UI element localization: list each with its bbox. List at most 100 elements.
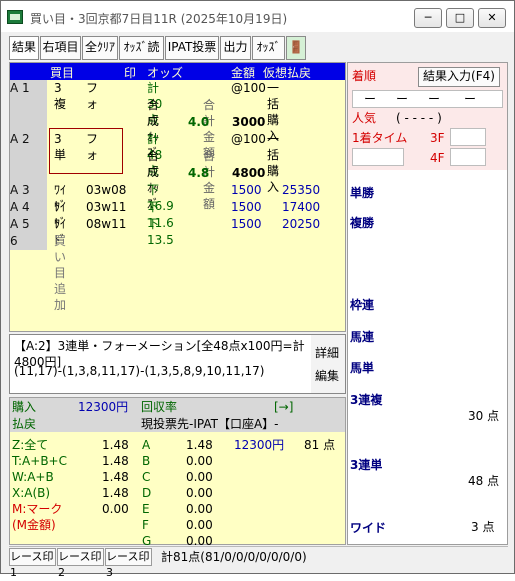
- time-input[interactable]: [352, 148, 404, 166]
- bet-table: 買目 印 オッズ 金額 仮想払戻 A 1 3複 フォ 計 30点 @100 一括…: [9, 62, 346, 332]
- trio-count: 30 点: [468, 409, 500, 423]
- z-label: Z:全て: [12, 438, 49, 452]
- row-label-a4[interactable]: A 4: [10, 199, 47, 216]
- header-mark: 印: [124, 66, 137, 80]
- bet-unit-4: 1500: [231, 200, 262, 214]
- bet-unit-1: @100: [231, 81, 266, 95]
- four-f-input[interactable]: [450, 148, 486, 166]
- row-label-a1b: [10, 97, 47, 114]
- result-panel: 着順 結果入力(F4) ー ー ー ー 人気 ( - - - - ) 1着タイム…: [347, 62, 508, 545]
- betting-window: 買い目・3回京都7日目11R (2025年10月19日) ─ □ ✕ 結果 右項…: [0, 0, 515, 579]
- refund-label: 払戻: [12, 417, 37, 431]
- f-value: 0.00: [186, 518, 213, 532]
- trifecta-count: 48 点: [468, 474, 500, 488]
- buy-amount: 12300円: [78, 400, 129, 414]
- composite-odds-2: 4.8: [188, 166, 210, 180]
- a-count: 81 点: [304, 438, 336, 452]
- row-label-a3[interactable]: A 3: [10, 182, 47, 199]
- bet-payout-3: 25350: [282, 183, 321, 197]
- right-item-button[interactable]: 右項目: [40, 36, 81, 60]
- a-value: 1.48: [186, 438, 213, 452]
- m-value: 0.00: [102, 502, 129, 516]
- row-label-a2b: [10, 148, 47, 165]
- window-title: 買い目・3回京都7日目11R (2025年10月19日): [30, 12, 288, 26]
- header-odds: オッズ: [147, 66, 184, 80]
- three-f-input[interactable]: [450, 128, 486, 146]
- bet-payout-4: 17400: [282, 200, 321, 214]
- x-label: X:A(B): [12, 486, 51, 500]
- wide-count: 3 点: [471, 520, 495, 534]
- w-value: 1.48: [102, 470, 129, 484]
- d-label: D: [142, 486, 152, 500]
- wide-label: ワイド: [350, 521, 387, 535]
- header-payout: 仮想払戻: [263, 66, 312, 80]
- four-f-label: 4F: [430, 151, 445, 165]
- win-label: 単勝: [350, 186, 375, 200]
- exit-icon[interactable]: 🚪: [286, 36, 306, 60]
- a-label: A: [142, 438, 151, 452]
- output-button[interactable]: 出力: [220, 36, 251, 60]
- race-mark-tab-1[interactable]: レース印1: [9, 548, 56, 579]
- bet-info-panel: 【A:2】3連単・フォーメーション[全48点x100円=計4800円] (11,…: [9, 334, 346, 394]
- bet-table-header: 買目 印 オッズ 金額 仮想払戻: [10, 63, 345, 80]
- result-tab[interactable]: 結果: [9, 36, 39, 60]
- detail-button[interactable]: 詳細: [315, 345, 339, 361]
- read-odds-button[interactable]: ｵｯｽﾞ読: [119, 36, 164, 60]
- bracket-label: 枠連: [350, 298, 375, 312]
- a-amount: 12300円: [234, 438, 285, 452]
- e-label: E: [142, 502, 150, 516]
- bet-sub-1: フォ: [86, 81, 99, 111]
- race-mark-tab-2[interactable]: レース印2: [57, 548, 104, 579]
- app-icon: [7, 10, 23, 24]
- close-button[interactable]: ✕: [478, 8, 506, 28]
- bet-sub-5: 08w11: [86, 217, 127, 231]
- buy-label: 購入: [12, 400, 37, 414]
- row-label-a1[interactable]: A 1: [10, 80, 47, 97]
- exacta-label: 馬単: [350, 361, 375, 375]
- m-label: M:マーク: [12, 502, 63, 516]
- total-amount-2: 4800: [232, 166, 266, 180]
- status-bar: レース印1 レース印2 レース印3 計81点(81/0/0/0/0/0/0/0): [9, 546, 508, 579]
- b-label: B: [142, 454, 151, 468]
- popularity-values: ( - - - - ): [396, 111, 442, 125]
- result-input-button[interactable]: 結果入力(F4): [418, 67, 500, 87]
- bet-type-1: 3複: [54, 81, 67, 111]
- row-label-6[interactable]: 6: [10, 233, 47, 250]
- order-dash-1: ー: [364, 92, 377, 106]
- header-bet: 買目: [50, 66, 75, 80]
- ipat-vote-button[interactable]: IPAT投票: [165, 36, 219, 60]
- summary-panel: 購入 12300円 回収率 [→] 払戻 現投票先-IPAT【口座A】- Z:全…: [9, 397, 346, 548]
- order-dash-3: ー: [428, 92, 441, 106]
- trio-label: 3連複: [350, 393, 383, 407]
- quinella-label: 馬連: [350, 330, 375, 344]
- bet-sub-3: 03w08: [86, 183, 127, 197]
- c-value: 0.00: [186, 470, 213, 484]
- clear-all-button[interactable]: 全ｸﾘｱ: [82, 36, 118, 60]
- minimize-button[interactable]: ─: [414, 8, 442, 28]
- row-label-a2c: [10, 165, 47, 182]
- row-label-a5[interactable]: A 5: [10, 216, 47, 233]
- row-label-a2[interactable]: A 2: [10, 131, 47, 148]
- order-dash-2: ー: [396, 92, 409, 106]
- w-label: W:A+B: [12, 470, 54, 484]
- header-amount: 金額: [231, 66, 256, 80]
- t-value: 1.48: [102, 454, 129, 468]
- arrow-button[interactable]: [→]: [274, 399, 293, 415]
- row-label-a1c: [10, 114, 47, 131]
- race-mark-tab-3[interactable]: レース印3: [105, 548, 152, 579]
- trifecta-label: 3連単: [350, 458, 383, 472]
- odds-button[interactable]: ｵｯｽﾞ: [252, 36, 285, 60]
- bet-odds-5: 下 13.5: [147, 217, 174, 247]
- t-label: T:A+B+C: [12, 454, 67, 468]
- edit-button[interactable]: 編集: [315, 368, 339, 384]
- place-label: 複勝: [350, 216, 375, 230]
- add-bet-label[interactable]: 買い目追加: [54, 233, 66, 313]
- x-value: 1.48: [102, 486, 129, 500]
- bet-payout-5: 20250: [282, 217, 321, 231]
- total-amount-1: 3000: [232, 115, 266, 129]
- bet-unit-5: 1500: [231, 217, 262, 231]
- f-label: F: [142, 518, 149, 532]
- maximize-button[interactable]: □: [446, 8, 474, 28]
- d-value: 0.00: [186, 486, 213, 500]
- bet-buy-2: 一括購入: [267, 132, 280, 194]
